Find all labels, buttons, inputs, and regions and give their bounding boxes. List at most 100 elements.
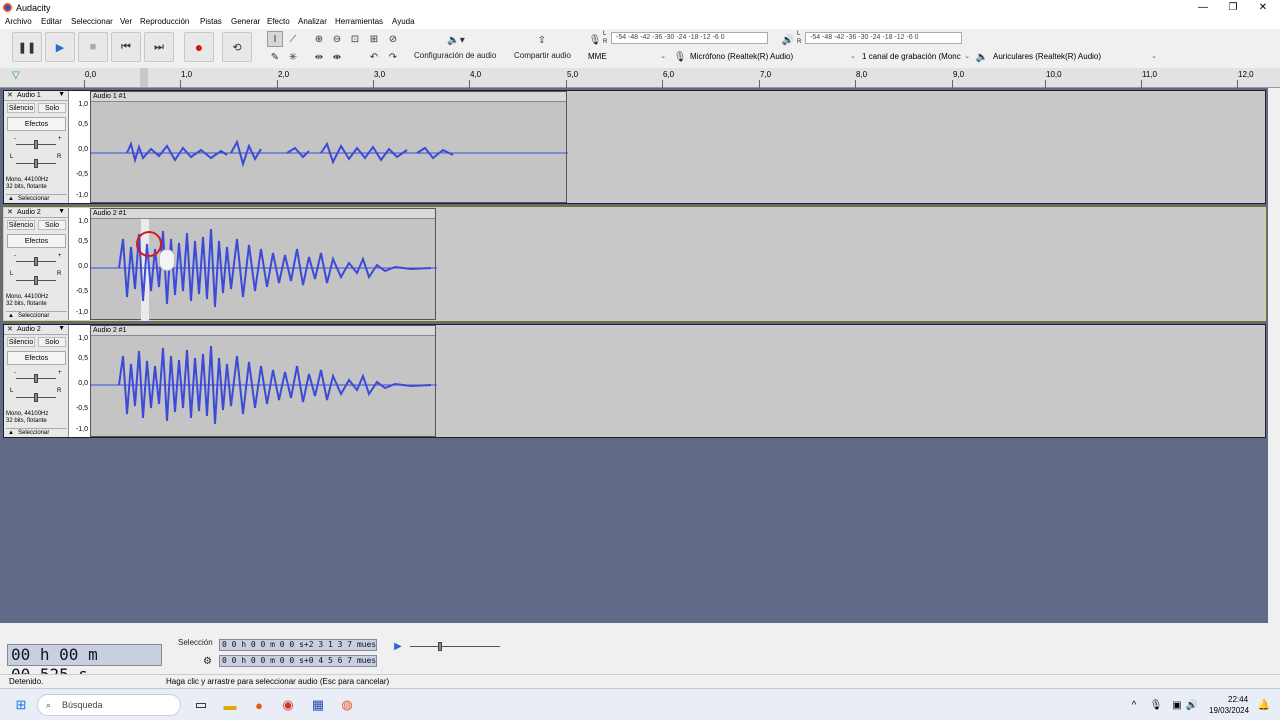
track-control-panel[interactable]: Audio 1 ✕ ▼ Silencio Solo Efectos - + L … <box>4 91 69 203</box>
channels-select[interactable]: 1 canal de grabación (Monc ⌄ <box>858 50 972 63</box>
audio-clip[interactable]: Audio 2 #1 <box>90 208 437 321</box>
firefox-icon[interactable]: ● <box>250 696 268 714</box>
audacity-taskbar-icon[interactable]: ◍ <box>338 696 356 714</box>
multi-tool-button[interactable]: ✳ <box>285 49 301 65</box>
minimize-button[interactable]: — <box>1188 1 1218 15</box>
vertical-scale[interactable]: 1,0 0,5 0,0 -0,5 -1,0 <box>69 325 91 437</box>
gain-slider[interactable] <box>16 374 56 383</box>
playback-speed-slider[interactable] <box>410 642 500 651</box>
mute-button[interactable]: Silencio <box>7 103 35 113</box>
track-control-panel[interactable]: Audio 2 ✕ ▼ Silencio Solo Efectos - + L … <box>4 325 69 437</box>
pan-slider[interactable] <box>16 393 56 402</box>
menu-archivo[interactable]: Archivo <box>5 17 32 26</box>
track-menu-icon[interactable]: ▼ <box>58 208 65 215</box>
chevron-up-icon[interactable]: ^ <box>1125 696 1143 714</box>
trim-button[interactable]: ⇹ <box>311 49 327 65</box>
playback-meter[interactable]: -54 -48 -42 -36 -30 -24 -18 -12 -6 0 <box>805 32 962 44</box>
close-track-icon[interactable]: ✕ <box>7 208 13 216</box>
close-track-icon[interactable]: ✕ <box>7 91 13 99</box>
fit-project-button[interactable]: ⊞ <box>366 31 382 47</box>
selection-start-field[interactable]: 0 0 h 0 0 m 0 0 s+2 3 1 3 7 muestras <box>219 639 377 651</box>
solo-button[interactable]: Solo <box>38 337 66 347</box>
envelope-tool-button[interactable]: ⟋ <box>285 31 301 47</box>
share-audio-button[interactable]: ⇪ <box>534 32 550 48</box>
timeline-ruler[interactable]: ▽ 0,0 1,0 2,0 3,0 4,0 5,0 6,0 7,0 8,0 9,… <box>0 68 1280 88</box>
clock-date[interactable]: 19/03/2024 <box>1209 706 1249 715</box>
input-device-select[interactable]: Micrófono (Realtek(R) Audio) ⌄ <box>686 50 858 63</box>
menu-editar[interactable]: Editar <box>41 17 62 26</box>
track-menu-icon[interactable]: ▼ <box>58 91 65 98</box>
zoom-out-button[interactable]: ⊖ <box>329 31 345 47</box>
redo-button[interactable]: ↷ <box>385 49 401 65</box>
menu-efecto[interactable]: Efecto <box>267 17 290 26</box>
stop-button[interactable]: ■ <box>78 32 108 62</box>
gain-slider-thumb[interactable] <box>34 257 38 266</box>
track-audio-2[interactable]: Audio 2 ✕ ▼ Silencio Solo Efectos - + L … <box>3 207 1266 321</box>
gain-slider[interactable] <box>16 257 56 266</box>
audio-setup-button[interactable]: 🔈▾ <box>444 32 468 48</box>
track-menu-icon[interactable]: ▼ <box>58 325 65 332</box>
select-track-button[interactable]: ▲ Seleccionar <box>6 428 67 436</box>
gain-slider-thumb[interactable] <box>34 374 38 383</box>
select-track-button[interactable]: ▲ Seleccionar <box>6 194 67 202</box>
skip-start-button[interactable]: ⏮ <box>111 32 141 62</box>
playback-speed-thumb[interactable] <box>438 642 442 651</box>
output-device-select[interactable]: Auriculares (Realtek(R) Audio) ⌄ <box>989 50 1159 63</box>
silence-button[interactable]: ⇼ <box>329 49 345 65</box>
file-explorer-icon[interactable]: ▬ <box>221 696 239 714</box>
effects-button[interactable]: Efectos <box>7 234 66 248</box>
close-track-icon[interactable]: ✕ <box>7 325 13 333</box>
track-audio-3[interactable]: Audio 2 ✕ ▼ Silencio Solo Efectos - + L … <box>3 324 1266 438</box>
chrome-icon[interactable]: ◉ <box>279 696 297 714</box>
zoom-toggle-button[interactable]: ⊘ <box>385 31 401 47</box>
pan-slider-thumb[interactable] <box>34 159 38 168</box>
zoom-in-button[interactable]: ⊕ <box>311 31 327 47</box>
play-head-triangle-icon[interactable]: ▽ <box>12 70 20 81</box>
microphone-tray-icon[interactable]: 🎙 <box>1147 696 1165 714</box>
effects-button[interactable]: Efectos <box>7 351 66 365</box>
volume-icon[interactable]: 🔊 <box>1183 696 1201 714</box>
pause-button[interactable]: ❚❚ <box>12 32 42 62</box>
menu-herramientas[interactable]: Herramientas <box>335 17 383 26</box>
menu-ver[interactable]: Ver <box>120 17 132 26</box>
selection-tool-button[interactable]: I <box>267 31 283 47</box>
taskbar-search[interactable]: ⌕ Búsqueda <box>37 694 181 716</box>
audio-clip[interactable]: Audio 1 #1 <box>90 91 568 203</box>
undo-button[interactable]: ↶ <box>366 49 382 65</box>
close-button[interactable]: ✕ <box>1248 1 1278 15</box>
play-button[interactable]: ▶ <box>45 32 75 62</box>
clock-time[interactable]: 22:44 <box>1228 695 1248 704</box>
vertical-scale[interactable]: 1,0 0,5 0,0 -0,5 -1,0 <box>69 91 91 203</box>
clip-title[interactable]: Audio 1 #1 <box>91 92 566 102</box>
menu-pistas[interactable]: Pistas <box>200 17 222 26</box>
pan-slider[interactable] <box>16 159 56 168</box>
pan-slider[interactable] <box>16 276 56 285</box>
track-audio-1[interactable]: Audio 1 ✕ ▼ Silencio Solo Efectos - + L … <box>3 90 1266 204</box>
mute-button[interactable]: Silencio <box>7 337 35 347</box>
mute-button[interactable]: Silencio <box>7 220 35 230</box>
menu-generar[interactable]: Generar <box>231 17 260 26</box>
pan-slider-thumb[interactable] <box>34 276 38 285</box>
record-meter[interactable]: -54 -48 -42 -36 -30 -24 -18 -12 -6 0 <box>611 32 768 44</box>
solo-button[interactable]: Solo <box>38 103 66 113</box>
gear-icon[interactable]: ⚙ <box>203 656 212 667</box>
selection-end-field[interactable]: 0 0 h 0 0 m 0 0 s+0 4 5 6 7 muestras <box>219 655 377 667</box>
draw-tool-button[interactable]: ✎ <box>267 49 283 65</box>
audio-position-display[interactable]: 00 h 00 m 00.525 s <box>7 644 162 684</box>
menu-seleccionar[interactable]: Seleccionar <box>71 17 113 26</box>
windows-start-icon[interactable]: ⊞ <box>12 696 30 714</box>
menu-ayuda[interactable]: Ayuda <box>392 17 415 26</box>
pan-slider-thumb[interactable] <box>34 393 38 402</box>
vertical-scale[interactable]: 1,0 0,5 0,0 -0,5 -1,0 <box>69 208 91 320</box>
clip-title[interactable]: Audio 2 #1 <box>91 326 435 336</box>
audio-host-select[interactable]: MME ⌄ <box>584 50 668 63</box>
gain-slider[interactable] <box>16 140 56 149</box>
maximize-button[interactable]: ❐ <box>1218 1 1248 15</box>
tracks-area[interactable]: Audio 1 ✕ ▼ Silencio Solo Efectos - + L … <box>0 88 1268 623</box>
record-button[interactable]: ● <box>184 32 214 62</box>
clip-title[interactable]: Audio 2 #1 <box>91 209 435 219</box>
notification-icon[interactable]: 🔔 <box>1255 696 1273 714</box>
audio-clip[interactable]: Audio 2 #1 <box>90 325 437 437</box>
menu-reproduccion[interactable]: Reproducción <box>140 17 189 26</box>
solo-button[interactable]: Solo <box>38 220 66 230</box>
